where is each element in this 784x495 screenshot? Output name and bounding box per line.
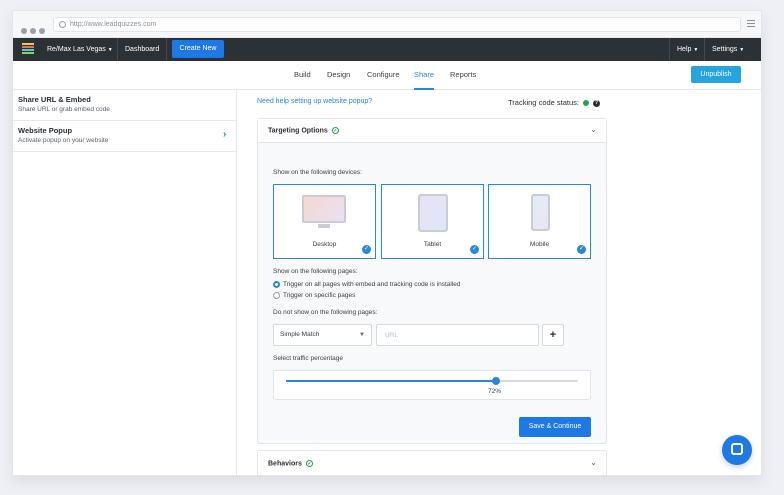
- panel-title-text: Behaviors: [268, 460, 302, 468]
- traffic-label: Select traffic percentage: [273, 355, 343, 362]
- sidebar-item-title: Share URL & Embed: [18, 95, 91, 104]
- browser-window: http://www.leadquizzes.com Re/Max Las Ve…: [12, 10, 762, 476]
- tab-configure[interactable]: Configure: [367, 61, 400, 90]
- create-new-button[interactable]: Create New: [172, 40, 224, 58]
- targeting-options-header[interactable]: Targeting Options ✓ ⌄: [258, 119, 606, 143]
- radio-selected-icon[interactable]: [273, 281, 280, 288]
- chat-launcher-button[interactable]: [722, 435, 752, 465]
- pages-label: Show on the following pages:: [273, 268, 358, 275]
- info-icon: [59, 21, 66, 28]
- traffic-slider-handle[interactable]: [492, 377, 500, 385]
- page-option-label: Trigger on specific pages: [283, 292, 356, 300]
- top-navigation: Re/Max Las Vegas ▼ Dashboard Create New H…: [13, 38, 761, 61]
- tablet-icon: [418, 194, 448, 232]
- traffic-percentage-value: 72%: [488, 388, 502, 395]
- chat-icon: [731, 443, 743, 455]
- traffic-slider-box: 72%: [273, 370, 591, 400]
- account-switcher[interactable]: Re/Max Las Vegas ▼: [47, 38, 121, 61]
- panel-title: Behaviors ✓: [268, 460, 313, 467]
- nav-divider: [669, 38, 670, 61]
- add-url-button[interactable]: +: [542, 324, 564, 346]
- tracking-status-label: Tracking code status:: [508, 98, 580, 107]
- radio-icon[interactable]: [273, 292, 280, 299]
- chevron-down-icon: ▼: [693, 47, 699, 53]
- chevron-down-icon[interactable]: ⌄: [590, 125, 597, 134]
- sidebar-item-share-url[interactable]: Share URL & Embed Share URL or grab embe…: [13, 90, 237, 121]
- traffic-slider-fill: [286, 380, 496, 382]
- sidebar: Share URL & Embed Share URL or grab embe…: [13, 90, 237, 475]
- page-option-specific[interactable]: Trigger on specific pages: [273, 292, 355, 299]
- check-icon: ✓: [362, 245, 371, 254]
- status-dot-icon: [583, 100, 590, 107]
- check-circle-icon: ✓: [305, 460, 313, 467]
- account-name: Re/Max Las Vegas: [47, 46, 106, 53]
- address-text: http://www.leadquizzes.com: [70, 21, 157, 28]
- check-icon: ✓: [577, 245, 586, 254]
- check-circle-icon: ✓: [331, 127, 339, 134]
- help-menu[interactable]: Help ▼: [677, 38, 698, 61]
- settings-label: Settings: [712, 46, 738, 53]
- chevron-down-icon[interactable]: ⌄: [590, 458, 597, 467]
- behaviors-panel[interactable]: Behaviors ✓ ⌄: [257, 450, 607, 475]
- url-input[interactable]: [376, 324, 539, 346]
- dashboard-link[interactable]: Dashboard: [125, 38, 159, 61]
- nav-divider: [704, 38, 705, 61]
- panel-title-text: Targeting Options: [268, 127, 328, 135]
- device-name: Desktop: [312, 241, 337, 248]
- sidebar-item-website-popup[interactable]: Website Popup Activate popup on your web…: [13, 121, 237, 152]
- tab-reports[interactable]: Reports: [450, 61, 476, 90]
- hamburger-menu-icon[interactable]: [747, 20, 755, 29]
- nav-divider: [166, 38, 167, 61]
- section-tabs: Build Design Configure Share Reports Unp…: [13, 61, 761, 90]
- chevron-right-icon: ›: [223, 129, 227, 140]
- sidebar-item-subtitle: Share URL or grab embed code: [18, 106, 110, 113]
- page-option-label: Trigger on all pages with embed and trac…: [283, 281, 461, 289]
- page-option-all[interactable]: Trigger on all pages with embed and trac…: [273, 281, 461, 288]
- targeting-options-panel: Targeting Options ✓ ⌄ Show on the followi…: [257, 118, 607, 444]
- window-controls: [21, 21, 48, 39]
- device-card-mobile[interactable]: Mobile ✓: [488, 184, 591, 259]
- tab-share[interactable]: Share: [414, 61, 435, 90]
- mobile-icon: [531, 194, 550, 231]
- settings-menu[interactable]: Settings ▼: [712, 38, 744, 61]
- nav-divider: [117, 38, 118, 61]
- chevron-down-icon: ▼: [107, 47, 113, 53]
- device-name: Tablet: [423, 241, 442, 248]
- device-card-desktop[interactable]: Desktop ✓: [273, 184, 376, 259]
- tab-build[interactable]: Build: [294, 61, 311, 90]
- tracking-status: Tracking code status:?: [508, 98, 601, 107]
- browser-chrome: http://www.leadquizzes.com: [13, 11, 761, 39]
- exclude-pages-label: Do not show on the following pages:: [273, 309, 378, 316]
- sidebar-item-title: Website Popup: [18, 126, 73, 135]
- match-type-select[interactable]: Simple Match ▼: [273, 324, 372, 346]
- chevron-down-icon: ▼: [359, 332, 365, 338]
- popup-help-link[interactable]: Need help setting up website popup?: [257, 98, 372, 105]
- logo-icon[interactable]: [22, 43, 34, 56]
- desktop-icon: [302, 195, 346, 223]
- match-type-value: Simple Match: [280, 331, 320, 338]
- help-label: Help: [677, 46, 692, 53]
- chevron-down-icon: ▼: [739, 47, 745, 53]
- sidebar-item-subtitle: Activate popup on your website: [18, 137, 109, 144]
- address-bar[interactable]: http://www.leadquizzes.com: [53, 17, 741, 32]
- question-icon[interactable]: ?: [593, 99, 601, 107]
- check-icon: ✓: [470, 245, 479, 254]
- device-name: Mobile: [529, 241, 550, 248]
- tab-design[interactable]: Design: [327, 61, 350, 90]
- unpublish-button[interactable]: Unpublish: [691, 66, 741, 83]
- save-continue-button[interactable]: Save & Continue: [519, 417, 591, 437]
- traffic-slider-track[interactable]: [286, 377, 578, 385]
- monitor-stand: [318, 224, 330, 228]
- devices-label: Show on the following devices:: [273, 169, 362, 176]
- panel-title: Targeting Options ✓: [268, 127, 339, 134]
- device-card-tablet[interactable]: Tablet ✓: [381, 184, 484, 259]
